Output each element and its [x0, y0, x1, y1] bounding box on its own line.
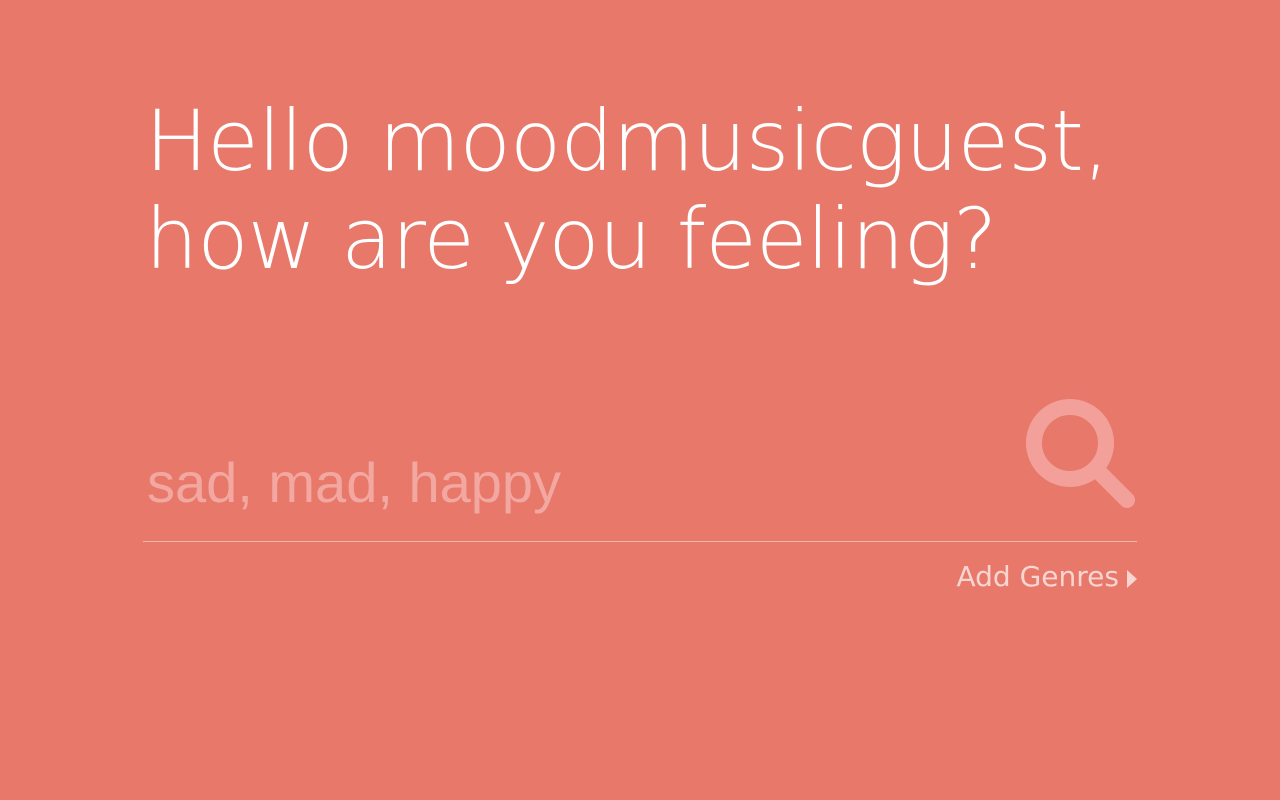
mood-search-bar: [143, 398, 1137, 542]
search-button[interactable]: [1025, 398, 1137, 510]
mood-search-input[interactable]: [147, 446, 1007, 518]
search-icon: [1026, 399, 1135, 508]
add-genres-link[interactable]: Add Genres: [956, 560, 1137, 593]
greeting-heading: Hello moodmusicguest, how are you feelin…: [145, 92, 1155, 288]
add-genres-label: Add Genres: [956, 560, 1120, 593]
greeting-line-2: how are you feeling?: [145, 190, 997, 288]
greeting-line-1: Hello moodmusicguest,: [145, 92, 1110, 190]
caret-right-icon: [1127, 569, 1137, 588]
